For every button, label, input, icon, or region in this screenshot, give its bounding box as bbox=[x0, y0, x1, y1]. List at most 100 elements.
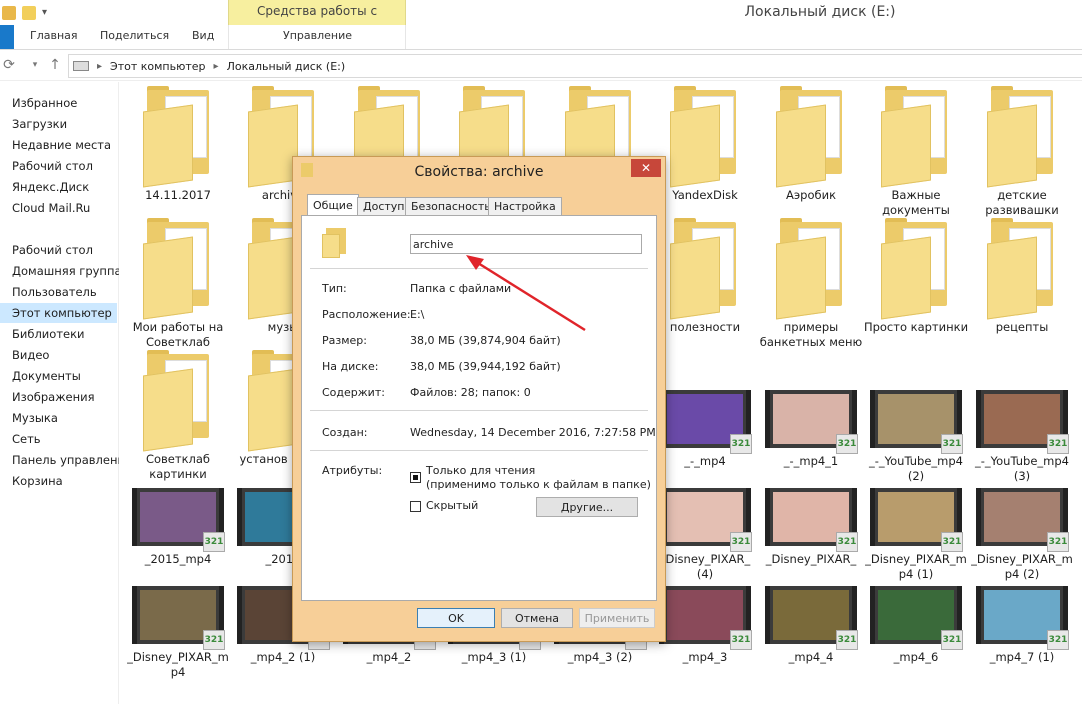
video-thumbnail-icon: 321 bbox=[765, 390, 858, 454]
sidebar-item[interactable]: Пользователь bbox=[0, 282, 97, 302]
sidebar-item-label: Панель управления bbox=[12, 453, 132, 467]
sidebar-item-label: Документы bbox=[12, 369, 81, 383]
documents-icon bbox=[0, 370, 10, 382]
readonly-checkbox[interactable] bbox=[410, 472, 421, 483]
video-item[interactable]: 321 _-_YouTube_mp4 (3) bbox=[969, 390, 1075, 484]
folder-name-input[interactable]: archive bbox=[410, 234, 642, 254]
address-box[interactable]: ▸ Этот компьютер ▸ Локальный диск (E:) bbox=[68, 54, 1082, 78]
tab-general[interactable]: Общие bbox=[307, 194, 359, 217]
folder-item[interactable]: полезности bbox=[652, 218, 758, 335]
folder-item[interactable]: Мои работы на Советклаб bbox=[125, 218, 231, 350]
video-item[interactable]: 321 _mp4_7 (1) bbox=[969, 586, 1075, 665]
breadcrumb-this-pc[interactable]: Этот компьютер bbox=[110, 60, 206, 73]
sidebar-item[interactable]: Cloud Mail.Ru bbox=[0, 198, 90, 218]
sidebar-item[interactable]: Библиотеки bbox=[0, 324, 85, 344]
item-label: _Disney_PIXAR_ (4) bbox=[659, 552, 751, 581]
sidebar-item-label: Рабочий стол bbox=[12, 159, 93, 173]
divider bbox=[310, 268, 648, 269]
sidebar-item-label: Cloud Mail.Ru bbox=[12, 201, 91, 215]
sidebar-item[interactable]: Этот компьютер bbox=[0, 303, 117, 323]
sidebar-item[interactable]: Рабочий стол bbox=[0, 156, 93, 176]
attributes-label: Атрибуты: bbox=[322, 464, 383, 477]
sidebar-item[interactable]: Изображения bbox=[0, 387, 95, 407]
folder-item[interactable]: Просто картинки bbox=[863, 218, 969, 335]
video-item[interactable]: 321 _mp4_3 bbox=[652, 586, 758, 665]
tab-view[interactable]: Вид bbox=[192, 25, 214, 49]
drive-icon bbox=[73, 61, 89, 71]
sidebar-item[interactable]: Панель управления bbox=[0, 450, 132, 470]
folder-item[interactable]: рецепты bbox=[969, 218, 1075, 335]
sidebar-item[interactable]: Недавние места bbox=[0, 135, 111, 155]
video-item[interactable]: 321 _Disney_PIXAR_ (4) bbox=[652, 488, 758, 582]
sidebar-item[interactable]: Яндекс.Диск bbox=[0, 177, 89, 197]
folder-item[interactable]: Советклаб картинки bbox=[125, 350, 231, 482]
file-tab[interactable] bbox=[0, 25, 14, 49]
sidebar-item[interactable]: Рабочий стол bbox=[0, 240, 93, 260]
item-label: Аэробик bbox=[785, 188, 837, 202]
close-button[interactable]: ✕ bbox=[631, 159, 661, 177]
video-item[interactable]: 321 _mp4_6 bbox=[863, 586, 969, 665]
video-item[interactable]: 321 _Disney_PIXAR_ bbox=[758, 488, 864, 567]
folder-icon bbox=[776, 86, 846, 188]
video-item[interactable]: 321 _mp4_4 bbox=[758, 586, 864, 665]
video-item[interactable]: 321 _-_mp4_1 bbox=[758, 390, 864, 469]
cancel-button[interactable]: Отмена bbox=[501, 608, 573, 628]
advanced-button[interactable]: Другие... bbox=[536, 497, 638, 517]
sidebar-item-label: Загрузки bbox=[12, 117, 68, 131]
media-player-badge-icon: 321 bbox=[1047, 434, 1069, 454]
tab-home[interactable]: Главная bbox=[30, 25, 78, 49]
video-item[interactable]: 321 _Disney_PIXAR_m p4 bbox=[125, 586, 231, 680]
back-icon[interactable]: ⟳ bbox=[0, 56, 18, 74]
tab-manage[interactable]: Управление bbox=[283, 25, 352, 49]
sidebar-item[interactable]: Видео bbox=[0, 345, 49, 365]
tab-customize[interactable]: Настройка bbox=[488, 197, 562, 216]
ok-button[interactable]: OK bbox=[417, 608, 495, 628]
media-player-badge-icon: 321 bbox=[941, 532, 963, 552]
item-label: _Disney_PIXAR_m p4 bbox=[127, 650, 229, 679]
properties-dialog: Свойства: archive ✕ Общие Доступ Безопас… bbox=[292, 156, 666, 642]
folder-icon[interactable] bbox=[22, 5, 36, 20]
sidebar-item[interactable]: Документы bbox=[0, 366, 81, 386]
contains-label: Содержит: bbox=[322, 386, 385, 399]
size-label: Размер: bbox=[322, 334, 367, 347]
video-item[interactable]: 321 _2015_mp4 bbox=[125, 488, 231, 567]
folder-item[interactable]: примеры банкетных меню bbox=[758, 218, 864, 350]
tab-share[interactable]: Поделиться bbox=[100, 25, 169, 49]
video-thumbnail-icon: 321 bbox=[765, 488, 858, 552]
folder-item[interactable]: YandexDisk bbox=[652, 86, 758, 203]
sidebar-item[interactable]: Музыка bbox=[0, 408, 58, 428]
tab-sharing[interactable]: Доступ bbox=[357, 197, 411, 216]
sidebar-item[interactable]: Сеть bbox=[0, 429, 41, 449]
video-thumbnail-icon: 321 bbox=[976, 586, 1069, 650]
size-value: 38,0 МБ (39,874,904 байт) bbox=[410, 334, 561, 347]
sidebar-item-label: Домашняя группа bbox=[12, 264, 122, 278]
video-item[interactable]: 321 _Disney_PIXAR_m p4 (1) bbox=[863, 488, 969, 582]
sidebar-item-label: Пользователь bbox=[12, 285, 97, 299]
explorer-icon bbox=[2, 5, 16, 20]
folder-item[interactable]: Аэробик bbox=[758, 86, 864, 203]
folder-item[interactable]: 14.11.2017 bbox=[125, 86, 231, 203]
sidebar-item[interactable]: Домашняя группа bbox=[0, 261, 122, 281]
up-arrow-icon[interactable]: ↑ bbox=[46, 56, 64, 74]
recent-dropdown-icon[interactable]: ▾ bbox=[26, 56, 44, 74]
folder-icon bbox=[143, 350, 213, 452]
media-player-badge-icon: 321 bbox=[203, 630, 225, 650]
video-item[interactable]: 321 _Disney_PIXAR_m p4 (2) bbox=[969, 488, 1075, 582]
sidebar-item[interactable]: Загрузки bbox=[0, 114, 67, 134]
video-item[interactable]: 321 _-_mp4 bbox=[652, 390, 758, 469]
item-label: рецепты bbox=[995, 320, 1049, 334]
item-label: _mp4_6 bbox=[893, 650, 939, 664]
folder-item[interactable]: Важные документы bbox=[863, 86, 969, 218]
folder-icon bbox=[670, 218, 740, 320]
folder-icon bbox=[881, 218, 951, 320]
folder-item[interactable]: детские развивашки bbox=[969, 86, 1075, 218]
hidden-checkbox[interactable] bbox=[410, 501, 421, 512]
apply-button[interactable]: Применить bbox=[579, 608, 655, 628]
video-item[interactable]: 321 _-_YouTube_mp4 (2) bbox=[863, 390, 969, 484]
user-icon bbox=[0, 286, 10, 298]
sidebar-item[interactable]: Корзина bbox=[0, 471, 63, 491]
chevron-down-icon[interactable]: ▾ bbox=[42, 7, 47, 18]
sidebar-item[interactable]: Избранное bbox=[0, 93, 77, 113]
tab-security[interactable]: Безопасность bbox=[405, 197, 497, 216]
breadcrumb-drive-e[interactable]: Локальный диск (E:) bbox=[227, 60, 346, 73]
